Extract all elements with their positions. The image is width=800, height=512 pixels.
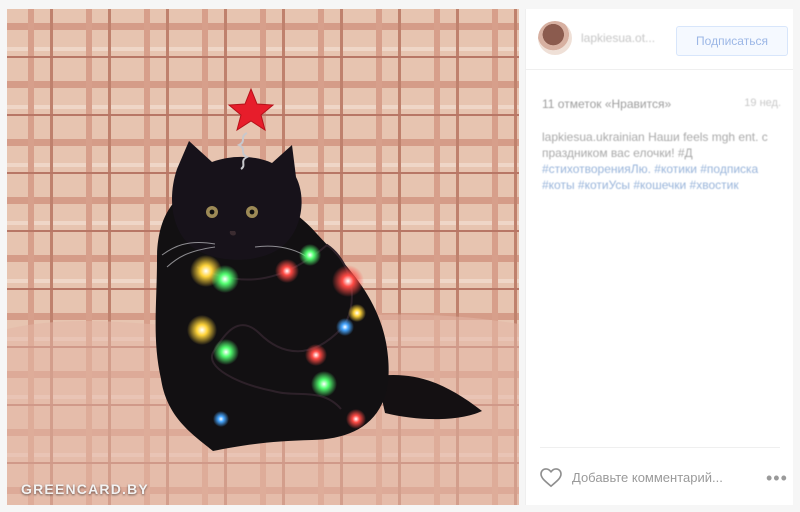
post-photo: GREENCARD.BY xyxy=(7,9,519,505)
cat-christmas-lights-image xyxy=(7,9,519,505)
caption-line: lapkiesua.ukrainian Наши feels mgh ent. … xyxy=(542,130,768,144)
caption-hashtag-line[interactable]: #стихотворенияЛю. #котики #подписка xyxy=(542,161,772,177)
username[interactable]: lapkiesua.ot... xyxy=(581,31,671,47)
more-options-icon[interactable]: ••• xyxy=(766,469,788,487)
avatar[interactable] xyxy=(538,21,572,55)
instagram-post-window: GREENCARD.BY lapkiesua.ot... Подписаться… xyxy=(0,0,800,512)
caption: lapkiesua.ukrainian Наши feels mgh ent. … xyxy=(542,129,772,193)
post-header: lapkiesua.ot... Подписаться xyxy=(526,9,793,70)
post-date[interactable]: 19 нед. xyxy=(744,97,781,109)
caption-line: праздником вас елочки! #Д xyxy=(542,146,693,160)
post-details-panel: lapkiesua.ot... Подписаться 11 отметок «… xyxy=(525,9,793,505)
heart-icon[interactable] xyxy=(540,468,562,488)
likes-count[interactable]: 11 отметок «Нравится» xyxy=(542,97,692,113)
caption-hashtag-line[interactable]: #коты #котиУсы #кошечки #хвостик xyxy=(542,177,772,193)
post-footer: Добавьте комментарий... ••• xyxy=(540,447,787,506)
cat-head xyxy=(172,141,302,260)
watermark: GREENCARD.BY xyxy=(21,481,149,497)
comment-input[interactable]: Добавьте комментарий... xyxy=(572,470,723,485)
follow-button[interactable]: Подписаться xyxy=(676,26,788,56)
